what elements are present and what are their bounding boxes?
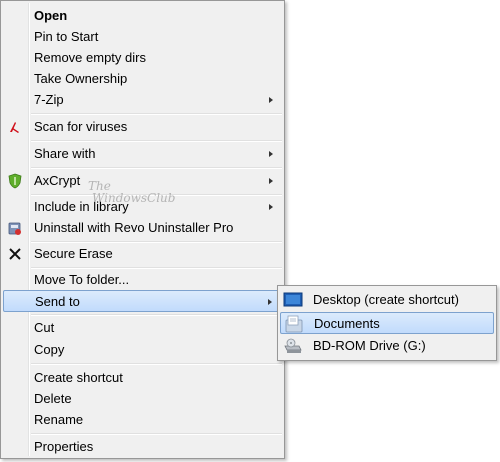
submenu-arrow-icon xyxy=(269,151,273,157)
submenu-arrow-icon xyxy=(268,299,272,305)
menu-item-label: Take Ownership xyxy=(34,71,128,86)
menu-item-properties[interactable]: Properties xyxy=(3,436,282,458)
menu-item-label: Move To folder... xyxy=(34,272,130,287)
menu-separator xyxy=(31,433,282,435)
menu-separator xyxy=(31,167,282,169)
shield-icon xyxy=(7,173,23,189)
watermark: The WindowsClub xyxy=(88,180,175,204)
desktop-icon xyxy=(283,291,303,309)
menu-item-send-to[interactable]: Send to xyxy=(3,290,282,312)
menu-item-secure-erase[interactable]: Secure Erase xyxy=(3,243,282,265)
menu-item-create-shortcut[interactable]: Create shortcut xyxy=(3,367,282,389)
menu-item-scan-for-viruses[interactable]: Scan for viruses xyxy=(3,116,282,138)
menu-separator xyxy=(31,140,282,142)
send-to-submenu: Desktop (create shortcut) Documents BD-R… xyxy=(277,285,497,361)
menu-item-open[interactable]: Open xyxy=(3,5,282,27)
menu-item-label: AxCrypt xyxy=(34,173,81,188)
submenu-arrow-icon xyxy=(269,178,273,184)
close-x-icon xyxy=(7,246,23,262)
menu-item-copy[interactable]: Copy xyxy=(3,339,282,361)
menu-item-label: Pin to Start xyxy=(34,29,99,44)
submenu-item-label: Desktop (create shortcut) xyxy=(313,292,459,307)
menu-item-label: Remove empty dirs xyxy=(34,50,146,65)
menu-item-label: Send to xyxy=(35,294,80,309)
menu-item-cut[interactable]: Cut xyxy=(3,317,282,339)
menu-item-label: Copy xyxy=(34,342,65,357)
submenu-arrow-icon xyxy=(269,97,273,103)
menu-item-share-with[interactable]: Share with xyxy=(3,143,282,165)
menu-item-take-ownership[interactable]: Take Ownership xyxy=(3,68,282,90)
menu-item-label: Create shortcut xyxy=(34,370,123,385)
menu-separator xyxy=(31,113,282,115)
optical-drive-icon xyxy=(283,337,303,355)
menu-item-label: Secure Erase xyxy=(34,246,113,261)
antivirus-icon xyxy=(7,119,23,135)
menu-item-label: Delete xyxy=(34,391,72,406)
submenu-item-desktop[interactable]: Desktop (create shortcut) xyxy=(280,289,494,311)
menu-item-rename[interactable]: Rename xyxy=(3,409,282,431)
menu-item-delete[interactable]: Delete xyxy=(3,388,282,410)
menu-separator xyxy=(31,363,282,365)
menu-separator xyxy=(31,314,282,316)
submenu-item-label: BD-ROM Drive (G:) xyxy=(313,338,426,353)
context-menu: Open Pin to Start Remove empty dirs Take… xyxy=(0,0,285,459)
submenu-item-documents[interactable]: Documents xyxy=(280,312,494,334)
menu-item-label: 7-Zip xyxy=(34,92,64,107)
documents-library-icon xyxy=(284,315,304,333)
menu-item-label: Cut xyxy=(34,320,55,335)
menu-item-pin-to-start[interactable]: Pin to Start xyxy=(3,26,282,48)
submenu-item-label: Documents xyxy=(314,316,380,331)
submenu-arrow-icon xyxy=(269,204,273,210)
menu-item-7zip[interactable]: 7-Zip xyxy=(3,89,282,111)
menu-item-label: Uninstall with Revo Uninstaller Pro xyxy=(34,220,234,235)
revo-uninstaller-icon xyxy=(7,220,23,236)
menu-item-uninstall-revo[interactable]: Uninstall with Revo Uninstaller Pro xyxy=(3,217,282,239)
menu-item-move-to-folder[interactable]: Move To folder... xyxy=(3,269,282,291)
menu-item-label: Share with xyxy=(34,146,96,161)
watermark-line-2: WindowsClub xyxy=(92,191,176,205)
menu-item-label: Scan for viruses xyxy=(34,119,128,134)
menu-item-remove-empty-dirs[interactable]: Remove empty dirs xyxy=(3,47,282,69)
menu-item-label: Properties xyxy=(34,439,94,454)
menu-item-label: Rename xyxy=(34,412,84,427)
menu-item-label: Open xyxy=(34,8,68,23)
submenu-item-bd-rom-drive[interactable]: BD-ROM Drive (G:) xyxy=(280,335,494,357)
